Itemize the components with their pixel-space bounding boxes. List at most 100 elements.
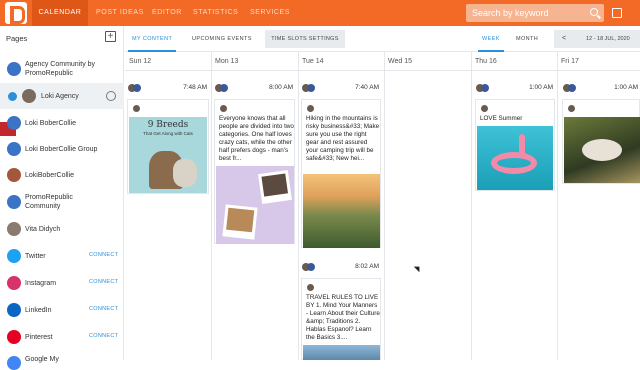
column-divider — [298, 52, 299, 360]
connect-twitter-button[interactable]: CONNECT — [89, 252, 118, 258]
avatar — [7, 142, 21, 156]
post-thu[interactable]: 1:00 AM LOVE Summer — [475, 84, 555, 191]
column-divider — [471, 52, 472, 360]
avatar — [7, 116, 21, 130]
tab-my-content[interactable]: MY CONTENT — [128, 26, 177, 52]
cursor-icon — [413, 263, 423, 273]
avatar — [22, 89, 36, 103]
post-time: 7:40 AM — [355, 84, 379, 91]
pages-heading: Pages — [6, 34, 28, 43]
google-icon — [7, 356, 21, 370]
sidebar-item-vita-didych[interactable]: Vita Didych — [0, 216, 124, 242]
post-sun[interactable]: 7:48 AM 9 Breeds That Get Along with Cat… — [127, 84, 209, 194]
photo-frame — [258, 170, 292, 204]
post-tue-1[interactable]: 7:40 AM Hiking in the mountains is risky… — [301, 84, 381, 248]
post-card[interactable]: Everyone knows that all people are divid… — [214, 99, 295, 244]
sidebar-item-label: Loki Agency — [41, 93, 79, 100]
day-header-tue: Tue 14 — [302, 58, 324, 65]
sidebar-item-label: Pinterest — [25, 334, 53, 341]
sidebar-item-label: Loki BoberCollie Group — [25, 146, 98, 153]
connect-instagram-button[interactable]: CONNECT — [89, 279, 118, 285]
tab-editor[interactable]: EDITOR — [152, 0, 182, 26]
sidebar-item-twitter[interactable]: Twitter CONNECT — [0, 243, 124, 269]
post-card[interactable]: LOVE Summer — [475, 99, 555, 191]
sidebar-item-promorepublic-community[interactable]: PromoRepublic Community — [0, 189, 124, 215]
post-card[interactable]: Hiking in the mountains is risky busines… — [301, 99, 381, 248]
dog-illustration — [582, 139, 622, 161]
add-page-button[interactable]: + — [105, 31, 116, 42]
tab-statistics[interactable]: STATISTICS — [193, 0, 238, 26]
sidebar-item-label: Loki BoberCollie — [25, 120, 76, 127]
sidebar-item-instagram[interactable]: Instagram CONNECT — [0, 270, 124, 296]
post-tue-2[interactable]: 8:02 AM TRAVEL RULES TO LIVE BY 1. Mind … — [301, 263, 381, 360]
sidebar-item-label: Instagram — [25, 280, 57, 287]
tab-post-ideas[interactable]: POST IDEAS — [96, 0, 144, 26]
pinterest-icon — [7, 330, 21, 344]
post-card[interactable]: 9 Breeds That Get Along with Cats — [127, 99, 209, 194]
day-header-fri: Fri 17 — [561, 58, 579, 65]
post-time: 1:00 AM — [614, 84, 638, 91]
sidebar-item-loki-agency[interactable]: Loki Agency — [0, 83, 124, 109]
connect-pinterest-button[interactable]: CONNECT — [89, 333, 118, 339]
sidebar-item-label: LokiBoberCollie — [25, 172, 75, 179]
post-time: 8:02 AM — [355, 263, 379, 270]
search-icon[interactable] — [590, 8, 598, 16]
sidebar-item-label: PromoRepublic Community — [25, 194, 73, 210]
gear-icon[interactable] — [106, 91, 116, 101]
column-divider — [557, 52, 558, 360]
avatar — [7, 62, 21, 76]
post-fri[interactable]: 1:00 AM — [562, 84, 640, 184]
linkedin-icon — [7, 303, 21, 317]
avatar — [307, 105, 314, 112]
facebook-icon — [215, 84, 229, 92]
day-header-thu: Thu 16 — [475, 58, 497, 65]
sidebar-item-linkedin[interactable]: LinkedIn CONNECT — [0, 297, 124, 323]
tab-calendar[interactable]: CALENDAR — [32, 0, 88, 26]
check-icon[interactable] — [8, 92, 17, 101]
tab-week[interactable]: WEEK — [478, 26, 504, 52]
post-text: Hiking in the mountains is risky busines… — [306, 115, 380, 162]
post-time: 7:48 AM — [183, 84, 207, 91]
connect-linkedin-button[interactable]: CONNECT — [89, 306, 118, 312]
post-text: LOVE Summer — [480, 115, 523, 122]
pages-sidebar: Pages + Agency Community by PromoRepubli… — [0, 26, 124, 370]
sidebar-item-google-my[interactable]: Google My — [0, 350, 124, 370]
top-navbar: CALENDAR POST IDEAS EDITOR STATISTICS SE… — [0, 0, 640, 26]
post-card[interactable]: TRAVEL RULES TO LIVE BY 1. Mind Your Man… — [301, 278, 381, 360]
calendar-icon[interactable] — [612, 8, 622, 18]
time-slots-settings-button[interactable]: TIME SLOTS SETTINGS — [265, 30, 345, 48]
sidebar-item-pinterest[interactable]: Pinterest CONNECT — [0, 324, 124, 350]
date-range-label: 12 - 18 JUL, 2020 — [586, 36, 630, 42]
column-divider — [211, 52, 212, 360]
avatar — [133, 105, 140, 112]
post-mon[interactable]: 8:00 AM Everyone knows that all people a… — [214, 84, 295, 244]
post-card[interactable] — [562, 99, 640, 184]
sidebar-item-loki-bobercollie-group[interactable]: Loki BoberCollie Group — [0, 136, 124, 162]
day-header-mon: Mon 13 — [215, 58, 239, 65]
tab-services[interactable]: SERVICES — [250, 0, 290, 26]
chevron-left-icon[interactable]: < — [562, 30, 566, 48]
sidebar-item-loki-bobercollie[interactable]: Loki BoberCollie — [0, 110, 124, 136]
avatar — [7, 168, 21, 182]
sidebar-item-agency-community[interactable]: Agency Community by PromoRepublic — [0, 56, 124, 82]
sidebar-item-label: Vita Didych — [25, 226, 61, 233]
promorepublic-logo[interactable] — [5, 2, 27, 24]
post-text: Everyone knows that all people are divid… — [219, 115, 294, 162]
post-text: TRAVEL RULES TO LIVE BY 1. Mind Your Man… — [306, 294, 380, 341]
twitter-icon — [7, 249, 21, 263]
cat-illustration — [173, 159, 197, 187]
post-image-title: 9 Breeds — [147, 120, 189, 130]
sidebar-item-lokibobercollie[interactable]: LokiBoberCollie — [0, 162, 124, 188]
flamingo-neck — [519, 134, 525, 156]
instagram-icon — [7, 276, 21, 290]
column-divider — [384, 52, 385, 360]
avatar — [7, 222, 21, 236]
photo-frame — [222, 204, 258, 240]
post-image — [477, 126, 553, 190]
sidebar-item-label: Twitter — [25, 253, 46, 260]
tab-month[interactable]: MONTH — [516, 26, 538, 52]
facebook-icon — [302, 84, 316, 92]
sidebar-item-label: Agency Community by PromoRepublic — [25, 61, 96, 77]
tab-upcoming-events[interactable]: UPCOMING EVENTS — [192, 26, 252, 52]
search-input[interactable]: Search by keyword — [466, 4, 604, 22]
